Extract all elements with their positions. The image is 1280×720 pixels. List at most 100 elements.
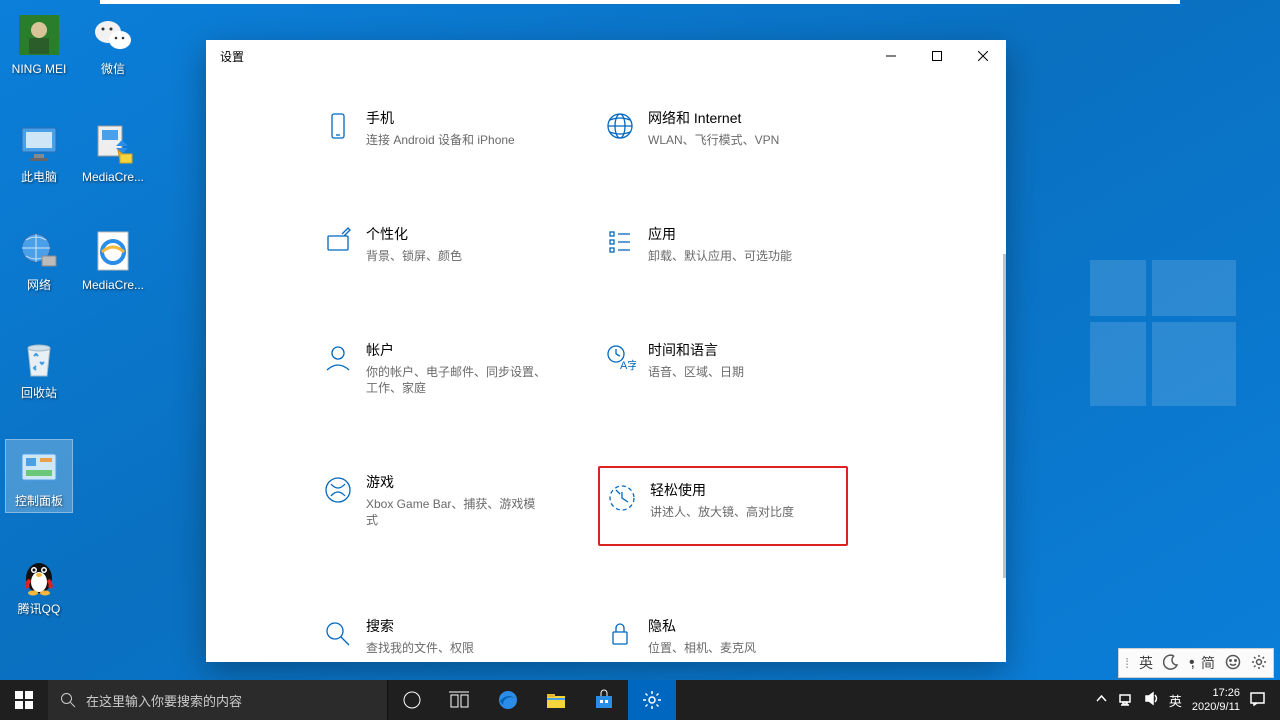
titlebar[interactable]: 设置	[206, 40, 1006, 72]
tray-clock[interactable]: 17:26 2020/9/11	[1192, 686, 1240, 714]
ime-punct-icon[interactable]: •,	[1189, 654, 1191, 672]
scrollbar[interactable]	[1003, 254, 1006, 578]
taskbar-search[interactable]: 在这里输入你要搜索的内容	[48, 680, 388, 720]
xbox-icon	[322, 472, 366, 540]
desktop-icon-network[interactable]: 网络	[6, 228, 72, 292]
category-desc: 语音、区域、日期	[648, 364, 744, 380]
desktop-icon-wechat[interactable]: 微信	[80, 12, 146, 76]
ime-moon-icon[interactable]	[1163, 654, 1179, 673]
globe-network-icon	[16, 228, 62, 274]
settings-body: 手机连接 Android 设备和 iPhone 网络和 InternetWLAN…	[206, 72, 1003, 662]
control-panel-icon	[16, 444, 62, 490]
desktop-icon-controlpanel[interactable]: 控制面板	[6, 440, 72, 512]
category-ease-of-access[interactable]: 轻松使用讲述人、放大镜、高对比度	[598, 466, 848, 546]
close-button[interactable]	[960, 40, 1006, 72]
media-creation-icon	[90, 120, 136, 166]
search-placeholder: 在这里输入你要搜索的内容	[86, 691, 242, 710]
minimize-button[interactable]	[868, 40, 914, 72]
category-title: 手机	[366, 108, 515, 128]
category-title: 轻松使用	[650, 480, 794, 500]
qq-penguin-icon	[16, 552, 62, 598]
cortana-button[interactable]	[388, 680, 436, 720]
desktop-icon-user[interactable]: NING MEI	[6, 12, 72, 76]
category-title: 搜索	[366, 616, 474, 636]
ime-bar[interactable]: ⁞ 英 •, 简	[1118, 648, 1274, 678]
window-title: 设置	[206, 48, 244, 65]
category-desc: 背景、锁屏、颜色	[366, 248, 462, 264]
category-privacy[interactable]: 隐私位置、相机、麦克风	[598, 610, 848, 662]
category-title: 游戏	[366, 472, 546, 492]
globe-icon	[604, 108, 648, 148]
category-gaming[interactable]: 游戏 Xbox Game Bar、捕获、游戏模式	[316, 466, 566, 546]
desktop-icon-thispc[interactable]: 此电脑	[6, 120, 72, 184]
desktop-icon-label: 回收站	[6, 386, 72, 400]
desktop-icon-label: 微信	[80, 62, 146, 76]
taskview-button[interactable]	[436, 680, 484, 720]
category-desc: 查找我的文件、权限	[366, 640, 474, 656]
tray-volume-icon[interactable]	[1144, 691, 1159, 709]
search-icon	[60, 692, 76, 708]
tray-time: 17:26	[1192, 686, 1240, 700]
tray-date: 2020/9/11	[1192, 700, 1240, 714]
phone-icon	[322, 108, 366, 148]
desktop-icon-recyclebin[interactable]: 回收站	[6, 336, 72, 400]
category-time-language[interactable]: A字 时间和语言语音、区域、日期	[598, 334, 848, 402]
desktop-icon-qq[interactable]: 腾讯QQ	[6, 552, 72, 616]
desktop-icon-label: MediaCre...	[80, 278, 146, 292]
category-title: 网络和 Internet	[648, 108, 779, 128]
category-desc: 位置、相机、麦克风	[648, 640, 756, 656]
category-desc: Xbox Game Bar、捕获、游戏模式	[366, 496, 546, 528]
ime-smile-icon[interactable]	[1225, 654, 1241, 673]
settings-taskbar-button[interactable]	[628, 680, 676, 720]
person-icon	[322, 340, 366, 396]
ime-gear-icon[interactable]	[1251, 654, 1267, 673]
category-title: 个性化	[366, 224, 462, 244]
category-title: 时间和语言	[648, 340, 744, 360]
settings-window: 设置 手机连接 Android 设备和 iPhone 网络和 InternetW…	[206, 40, 1006, 662]
monitor-icon	[16, 120, 62, 166]
desktop-icon-label: MediaCre...	[80, 170, 146, 184]
search-icon	[322, 616, 366, 656]
category-personalization[interactable]: 个性化背景、锁屏、颜色	[316, 218, 566, 270]
windows-logo-icon	[15, 691, 33, 709]
category-network[interactable]: 网络和 InternetWLAN、飞行模式、VPN	[598, 102, 848, 154]
desktop-icon-label: 控制面板	[6, 494, 72, 508]
apps-list-icon	[604, 224, 648, 264]
tray-network-icon[interactable]	[1119, 691, 1134, 709]
user-avatar-icon	[16, 12, 62, 58]
store-button[interactable]	[580, 680, 628, 720]
category-desc: 卸载、默认应用、可选功能	[648, 248, 792, 264]
desktop-icon-label: 网络	[6, 278, 72, 292]
category-apps[interactable]: 应用卸载、默认应用、可选功能	[598, 218, 848, 270]
explorer-button[interactable]	[532, 680, 580, 720]
desktop-icon-label: 此电脑	[6, 170, 72, 184]
tray-notifications-icon[interactable]	[1250, 691, 1270, 709]
maximize-button[interactable]	[914, 40, 960, 72]
category-search[interactable]: 搜索查找我的文件、权限	[316, 610, 566, 662]
ime-lang1[interactable]: 英	[1139, 653, 1153, 673]
tray-ime-indicator[interactable]: 英	[1169, 691, 1182, 710]
category-desc: 你的帐户、电子邮件、同步设置、工作、家庭	[366, 364, 546, 396]
wechat-icon	[90, 12, 136, 58]
time-language-icon: A字	[604, 340, 648, 396]
recycle-bin-icon	[16, 336, 62, 382]
svg-text:A字: A字	[620, 358, 636, 372]
category-title: 帐户	[366, 340, 546, 360]
edge-button[interactable]	[484, 680, 532, 720]
category-phone[interactable]: 手机连接 Android 设备和 iPhone	[316, 102, 566, 154]
desktop-icon-label: 腾讯QQ	[6, 602, 72, 616]
system-tray: 英 17:26 2020/9/11	[1084, 680, 1280, 720]
tray-chevron-icon[interactable]	[1094, 691, 1109, 709]
category-title: 隐私	[648, 616, 756, 636]
category-accounts[interactable]: 帐户你的帐户、电子邮件、同步设置、工作、家庭	[316, 334, 566, 402]
ime-lang2[interactable]: 简	[1201, 653, 1215, 673]
lock-icon	[604, 616, 648, 656]
desktop-icon-mediacre2[interactable]: MediaCre...	[80, 228, 146, 292]
start-button[interactable]	[0, 680, 48, 720]
category-desc: 连接 Android 设备和 iPhone	[366, 132, 515, 148]
category-desc: 讲述人、放大镜、高对比度	[650, 504, 794, 520]
task-icons	[388, 680, 676, 720]
desktop-icon-label: NING MEI	[6, 62, 72, 76]
desktop-icon-mediacre1[interactable]: MediaCre...	[80, 120, 146, 184]
ease-of-access-icon	[606, 480, 650, 520]
